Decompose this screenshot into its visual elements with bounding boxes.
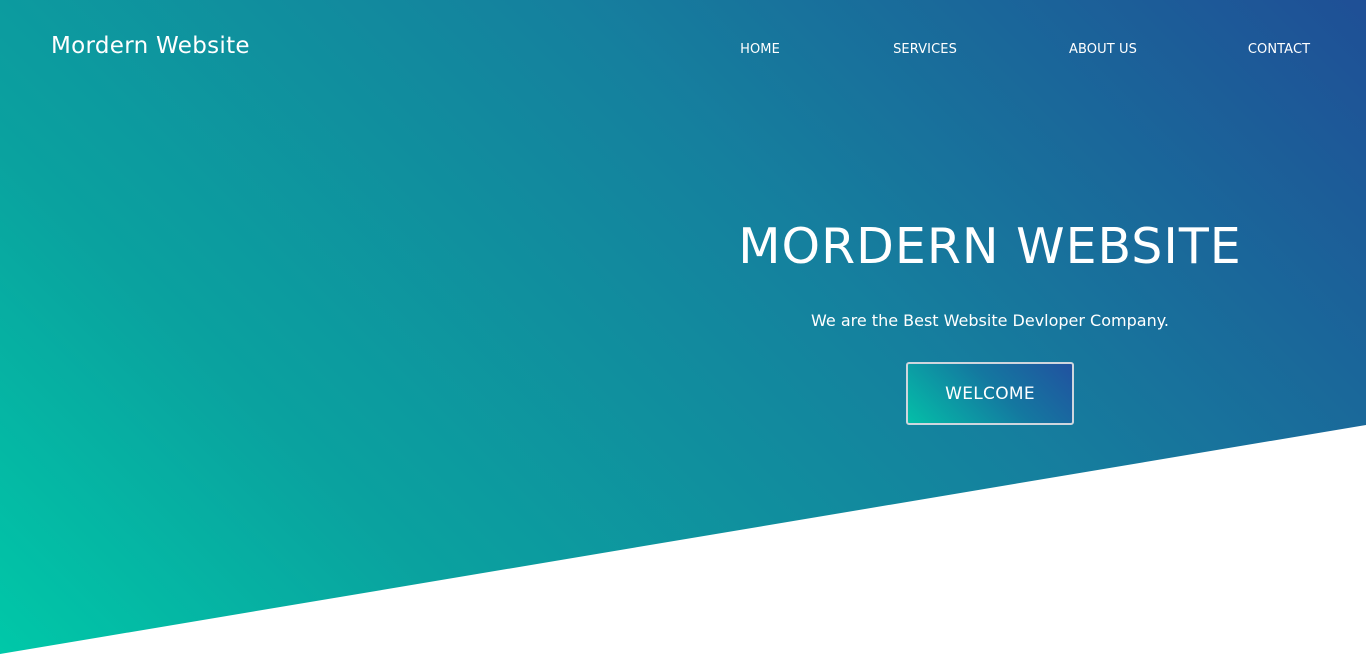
welcome-button[interactable]: WELCOME <box>906 362 1074 425</box>
hero-headline: MORDERN WEBSITE <box>738 218 1242 275</box>
hero-tagline: We are the Best Website Devloper Company… <box>811 311 1169 330</box>
nav-item-home[interactable]: HOME <box>740 42 780 57</box>
nav-item-contact[interactable]: CONTACT <box>1248 42 1310 57</box>
main-navigation: HOME SERVICES ABOUT US CONTACT <box>0 42 1366 62</box>
nav-item-services[interactable]: SERVICES <box>893 42 957 57</box>
nav-item-about-us[interactable]: ABOUT US <box>1069 42 1137 57</box>
